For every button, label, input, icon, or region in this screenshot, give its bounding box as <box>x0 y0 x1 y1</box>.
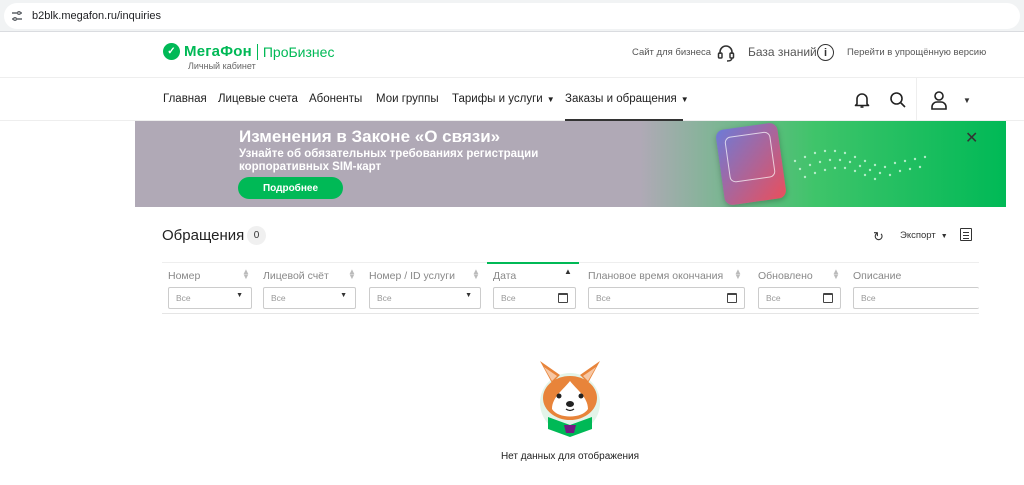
simple-version-link[interactable]: Перейти в упрощённую версию <box>847 47 986 58</box>
logo[interactable]: ✓ МегаФон ПроБизнес <box>163 43 334 60</box>
search-icon[interactable] <box>887 89 909 111</box>
export-button[interactable]: Экспорт ▼ <box>900 230 948 241</box>
browser-address-bar: b2blk.megafon.ru/inquiries <box>0 0 1024 32</box>
column-header-planned-end[interactable]: Плановое время окончания <box>588 270 723 282</box>
filter-updated[interactable]: Все <box>758 287 841 309</box>
main-nav: Главная Лицевые счета Абоненты Мои групп… <box>0 77 1024 122</box>
site-settings-icon[interactable] <box>10 9 24 23</box>
chevron-down-icon: ▼ <box>340 292 347 299</box>
calendar-icon <box>823 293 833 303</box>
nav-item-subscribers[interactable]: Абоненты <box>309 93 362 105</box>
sort-icon[interactable]: ▲ ▼ <box>734 268 742 281</box>
sort-asc-icon[interactable]: ▲ <box>564 268 572 276</box>
column-header-date[interactable]: Дата <box>493 270 516 282</box>
emblem-icon <box>724 131 777 184</box>
filter-service-id[interactable]: Все ▼ <box>369 287 481 309</box>
sort-icon[interactable]: ▲ ▼ <box>242 268 250 281</box>
close-icon[interactable]: ✕ <box>965 128 978 148</box>
chevron-down-icon: ▼ <box>236 292 243 299</box>
filter-date[interactable]: Все <box>493 287 576 309</box>
url-field[interactable]: b2blk.megafon.ru/inquiries <box>4 2 1020 29</box>
sim-card-image <box>715 122 787 206</box>
chevron-down-icon: ▼ <box>465 292 472 299</box>
calendar-icon <box>727 293 737 303</box>
refresh-icon[interactable]: ↻ <box>873 229 884 245</box>
headset-icon[interactable] <box>716 43 736 63</box>
user-menu-chevron-icon[interactable]: ▼ <box>956 89 978 111</box>
nav-item-orders[interactable]: Заказы и обращения ▼ <box>565 93 689 105</box>
business-site-link[interactable]: Сайт для бизнеса <box>632 47 711 58</box>
sort-active-indicator <box>487 262 579 264</box>
column-header-updated[interactable]: Обновлено <box>758 270 813 282</box>
info-icon[interactable]: i <box>817 44 834 61</box>
logo-separator <box>256 43 258 60</box>
top-header: ✓ МегаФон ПроБизнес Личный кабинет Сайт … <box>0 33 1024 77</box>
banner-title: Изменения в Законе «О связи» <box>239 127 501 146</box>
table-header: Номер ▲ ▼ Все ▼ Лицевой счёт ▲ ▼ Все ▼ Номер… <box>162 262 979 314</box>
column-header-account[interactable]: Лицевой счёт <box>263 270 329 282</box>
filter-number[interactable]: Все ▼ <box>168 287 252 309</box>
page-title: Обращения <box>162 227 245 244</box>
logo-subtitle: ПроБизнес <box>262 43 335 60</box>
filter-planned-end[interactable]: Все <box>588 287 745 309</box>
url-text: b2blk.megafon.ru/inquiries <box>32 9 162 22</box>
promo-banner: Изменения в Законе «О связи» Узнайте об … <box>135 121 1006 207</box>
column-header-service-id[interactable]: Номер / ID услуги <box>369 270 455 282</box>
nav-item-tariffs[interactable]: Тарифы и услуги ▼ <box>452 93 555 105</box>
column-header-description[interactable]: Описание <box>853 270 901 282</box>
chevron-down-icon: ▼ <box>546 95 555 104</box>
nav-divider <box>916 78 917 122</box>
chevron-down-icon: ▼ <box>680 95 689 104</box>
knowledge-base-link[interactable]: База знаний <box>748 45 817 59</box>
sort-icon[interactable]: ▲ ▼ <box>348 268 356 281</box>
filter-description[interactable]: Все <box>853 287 979 309</box>
calendar-icon <box>558 293 568 303</box>
user-icon[interactable] <box>928 89 950 111</box>
logo-text: МегаФон <box>184 43 252 60</box>
nav-item-accounts[interactable]: Лицевые счета <box>218 93 298 105</box>
sort-icon[interactable]: ▲ ▼ <box>472 268 480 281</box>
banner-subtitle: Узнайте об обязательных требованиях реги… <box>239 148 539 173</box>
banner-dots-decoration <box>793 149 927 181</box>
nav-item-home[interactable]: Главная <box>163 93 207 105</box>
columns-settings-icon[interactable] <box>960 228 972 241</box>
count-badge: 0 <box>247 226 266 245</box>
filter-account[interactable]: Все ▼ <box>263 287 356 309</box>
empty-state-message: Нет данных для отображения <box>500 451 640 462</box>
bell-icon[interactable] <box>851 89 873 111</box>
nav-item-my-groups[interactable]: Мои группы <box>376 93 439 105</box>
cabinet-label: Личный кабинет <box>188 61 256 71</box>
corgi-icon <box>540 361 600 437</box>
megafon-logo-icon: ✓ <box>163 43 180 60</box>
sort-icon[interactable]: ▲ ▼ <box>832 268 840 281</box>
chevron-down-icon: ▼ <box>940 233 948 240</box>
column-header-number[interactable]: Номер <box>168 270 200 282</box>
empty-state-illustration <box>530 353 610 441</box>
banner-more-button[interactable]: Подробнее <box>238 177 343 199</box>
